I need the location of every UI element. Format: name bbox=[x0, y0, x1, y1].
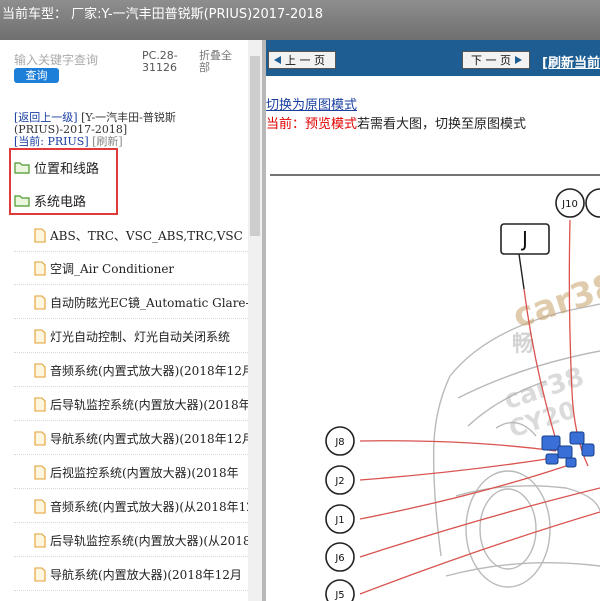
connector-label-j8: J8 bbox=[334, 437, 344, 448]
folder-label: 系统电路 bbox=[34, 194, 87, 210]
list-item[interactable]: 自动防眩光EC镜_Automatic Glare-Resistant EC Mi… bbox=[14, 286, 248, 319]
collapse-all-link[interactable]: 折叠全部 bbox=[199, 50, 239, 74]
connector-circle bbox=[585, 188, 600, 218]
list-item[interactable]: 灯光自动控制、灯光自动关闭系统 bbox=[14, 320, 248, 353]
document-icon bbox=[34, 227, 46, 243]
connector-label-j: J bbox=[520, 227, 528, 251]
list-item[interactable]: 后导轨监控系统(内置放大器)(从2018年 bbox=[14, 524, 248, 557]
connector-label-j10: J10 bbox=[561, 199, 578, 210]
list-item[interactable]: 导航系统(内置放大器)(2018年12月 bbox=[14, 558, 248, 591]
folder-location-wiring[interactable]: 位置和线路 bbox=[14, 157, 99, 177]
document-icon bbox=[34, 532, 46, 548]
search-input[interactable] bbox=[14, 52, 126, 68]
connector-label-j1: J1 bbox=[334, 515, 344, 526]
list-item[interactable]: 后视监控系统(内置放大器)(2018年 bbox=[14, 456, 248, 489]
switch-original-mode-link[interactable]: 切换为原图模式 bbox=[266, 94, 357, 113]
folder-label: 位置和线路 bbox=[34, 161, 100, 177]
list-item[interactable]: 导航系统(内置式放大器)(2018年12月 bbox=[14, 422, 248, 455]
refresh-current-link[interactable]: [刷新当前 bbox=[542, 52, 600, 71]
folder-icon bbox=[14, 161, 30, 174]
window-titlebar: 当前车型： 厂家:Y-一汽丰田普锐斯(PRIUS)2017-2018 bbox=[0, 0, 600, 40]
document-icon bbox=[34, 498, 46, 514]
viewer-toolbar: 上 一 页 下 一 页 [刷新当前 bbox=[266, 40, 600, 76]
document-icon bbox=[34, 396, 46, 412]
folder-system-circuits[interactable]: 系统电路 bbox=[14, 190, 86, 210]
current-model-link[interactable]: PRIUS] bbox=[48, 135, 89, 148]
folder-icon bbox=[14, 194, 30, 207]
mode-status: 当前：预览模式若需看大图，切换至原图模式 bbox=[266, 113, 526, 132]
arrow-right-icon bbox=[515, 56, 522, 64]
document-icon bbox=[34, 328, 46, 344]
document-icon bbox=[34, 294, 46, 310]
mode-current-label: 当前：预览模式 bbox=[266, 117, 358, 132]
list-item[interactable]: 后导轨监控系统(内置放大器)(2018年 bbox=[14, 388, 248, 421]
breadcrumb: [返回上一级] [Y-一汽丰田-普锐斯(PRIUS)-2017-2018] [当… bbox=[14, 112, 242, 148]
wiring-diagram: car38 畅 car38 CY20 J10 J J8 J2 J1 J6 J5 bbox=[270, 174, 600, 601]
connector-label-j5: J5 bbox=[334, 590, 344, 601]
scrollbar-thumb[interactable] bbox=[250, 56, 260, 236]
document-icon bbox=[34, 464, 46, 480]
connector-label-j2: J2 bbox=[334, 476, 344, 487]
document-icon bbox=[34, 362, 46, 378]
prev-page-button[interactable]: 上 一 页 bbox=[268, 51, 336, 69]
current-prefix: [当前: bbox=[14, 135, 44, 148]
window-title: 当前车型： 厂家:Y-一汽丰田普锐斯(PRIUS)2017-2018 bbox=[2, 7, 324, 22]
document-icon bbox=[34, 260, 46, 276]
list-item[interactable]: ABS、TRC、VSC_ABS,TRC,VSC bbox=[14, 219, 248, 252]
viewer-pane: 上 一 页 下 一 页 [刷新当前 切换为原图模式 当前：预览模式若需看大图，切… bbox=[266, 40, 600, 601]
refresh-link[interactable]: [刷新] bbox=[92, 135, 123, 148]
pc-code: PC.28-31126 bbox=[142, 49, 178, 74]
list-item[interactable]: 空调_Air Conditioner bbox=[14, 252, 248, 285]
document-icon bbox=[34, 566, 46, 582]
next-page-button[interactable]: 下 一 页 bbox=[462, 51, 530, 69]
list-item[interactable]: 音频系统(内置式放大器)(从2018年12月 bbox=[14, 490, 248, 523]
arrow-left-icon bbox=[274, 56, 281, 64]
list-item[interactable]: 音频系统(内置式放大器)(2018年12月 bbox=[14, 354, 248, 387]
connector-label-j6: J6 bbox=[334, 553, 344, 564]
document-icon bbox=[34, 430, 46, 446]
search-button[interactable]: 查询 bbox=[14, 68, 59, 83]
mode-hint: 若需看大图，切换至原图模式 bbox=[357, 117, 527, 132]
